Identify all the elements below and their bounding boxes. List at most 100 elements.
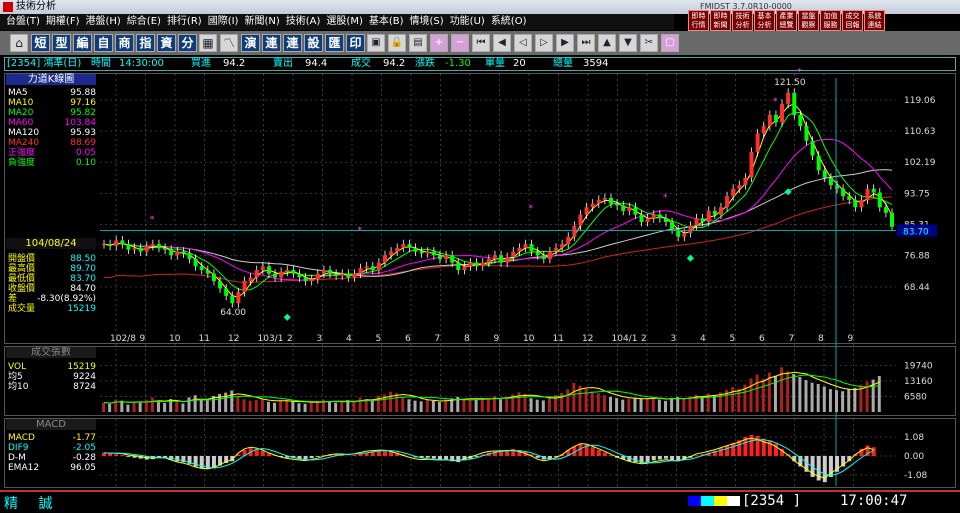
candle-body [743,178,747,185]
candle-body [188,253,192,259]
candle-body [285,270,289,272]
volume-bar [847,390,850,412]
volume-bar [756,375,759,412]
volume-bar [407,399,410,412]
candle-body [841,189,845,196]
volume-bar [194,395,197,412]
candle-body [487,259,491,263]
ma20-line [104,113,892,291]
candle-body [304,277,308,281]
date-tick-label: 3 [317,334,323,344]
macd-tick-label: -1.08 [904,471,928,481]
candle-body [279,272,283,278]
candle-body [359,268,363,274]
volume-bar [621,400,624,412]
candle-body [371,266,375,270]
candle-body [786,93,790,104]
low-label: 64.00 [220,308,246,318]
date-tick-label: 8 [818,334,824,344]
volume-bar [334,403,337,412]
price-tick-label: 68.44 [904,283,930,293]
signal-star-icon: * [773,97,778,107]
candle-body [346,274,350,278]
volume-bar [591,391,594,412]
volume-bar [530,398,533,412]
volume-bar [652,397,655,412]
macd-hist-bar [719,448,723,456]
chart-canvas[interactable]: 119.06110.63102.1993.7585.3176.8868.4410… [0,0,960,490]
candle-body [236,292,240,303]
volume-bar [542,400,545,412]
candle-body [133,248,137,250]
macd-hist-bar [126,456,130,457]
candle-body [859,200,863,207]
volume-bar [188,397,191,412]
candle-body [707,211,711,222]
volume-bar [395,393,398,412]
candle-body [609,198,613,204]
volume-bar [572,383,575,412]
candle-body [206,270,210,274]
candle-body [737,185,741,189]
volume-bar [267,402,270,412]
candle-body [120,240,124,244]
candle-body [798,115,802,126]
candle-body [316,274,320,280]
candle-body [163,248,167,250]
macd-hist-bar [725,446,729,457]
candle-body [536,252,540,256]
price-tick-label: 93.75 [904,189,930,199]
candle-body [365,266,369,268]
volume-bar [823,386,826,412]
candle-body [560,244,564,248]
volume-bar [273,403,276,412]
candle-body [511,252,515,258]
candle-body [633,207,637,214]
volume-bar [102,403,105,412]
candle-body [701,218,705,222]
volume-bar [340,402,343,412]
volume-bar [829,389,832,412]
macd-hist-bar [731,443,735,456]
candle-body [670,222,674,229]
date-tick-label: 10 [169,334,181,344]
candle-body [780,104,784,122]
candle-body [395,248,399,252]
volume-bar [139,403,142,412]
volume-bar [737,389,740,412]
volume-bar [804,380,807,412]
volume-bar [676,397,679,412]
candle-body [194,259,198,266]
volume-bar [505,397,508,412]
candle-body [255,270,259,277]
volume-bar [646,398,649,412]
candle-body [108,244,112,246]
candle-body [438,255,442,259]
candle-body [145,246,149,252]
candle-body [615,204,619,206]
volume-bar [206,400,209,412]
volume-bar [731,387,734,412]
candle-body [462,266,466,270]
volume-bar [566,389,569,412]
candle-body [768,115,772,126]
candle-body [456,263,460,270]
volume-bar [719,392,722,412]
macd-hist-bar [359,454,363,456]
candle-body [878,192,882,207]
candle-body [450,255,454,262]
signal-star-icon: * [358,226,363,236]
candle-body [383,255,387,262]
volume-bar [359,398,362,412]
status-bar: 精 誠 [2354 ] 17:00:47 [0,490,960,510]
date-tick-label: 7 [789,334,795,344]
volume-bar [603,395,606,412]
candle-body [591,204,595,208]
date-tick-label: 3 [671,334,677,344]
volume-bar [713,395,716,412]
status-clock: 17:00:47 [840,493,907,509]
macd-hist-bar [108,453,112,456]
macd-tick-label: 1.08 [904,433,924,443]
candle-body [175,252,179,256]
candle-body [866,189,870,200]
